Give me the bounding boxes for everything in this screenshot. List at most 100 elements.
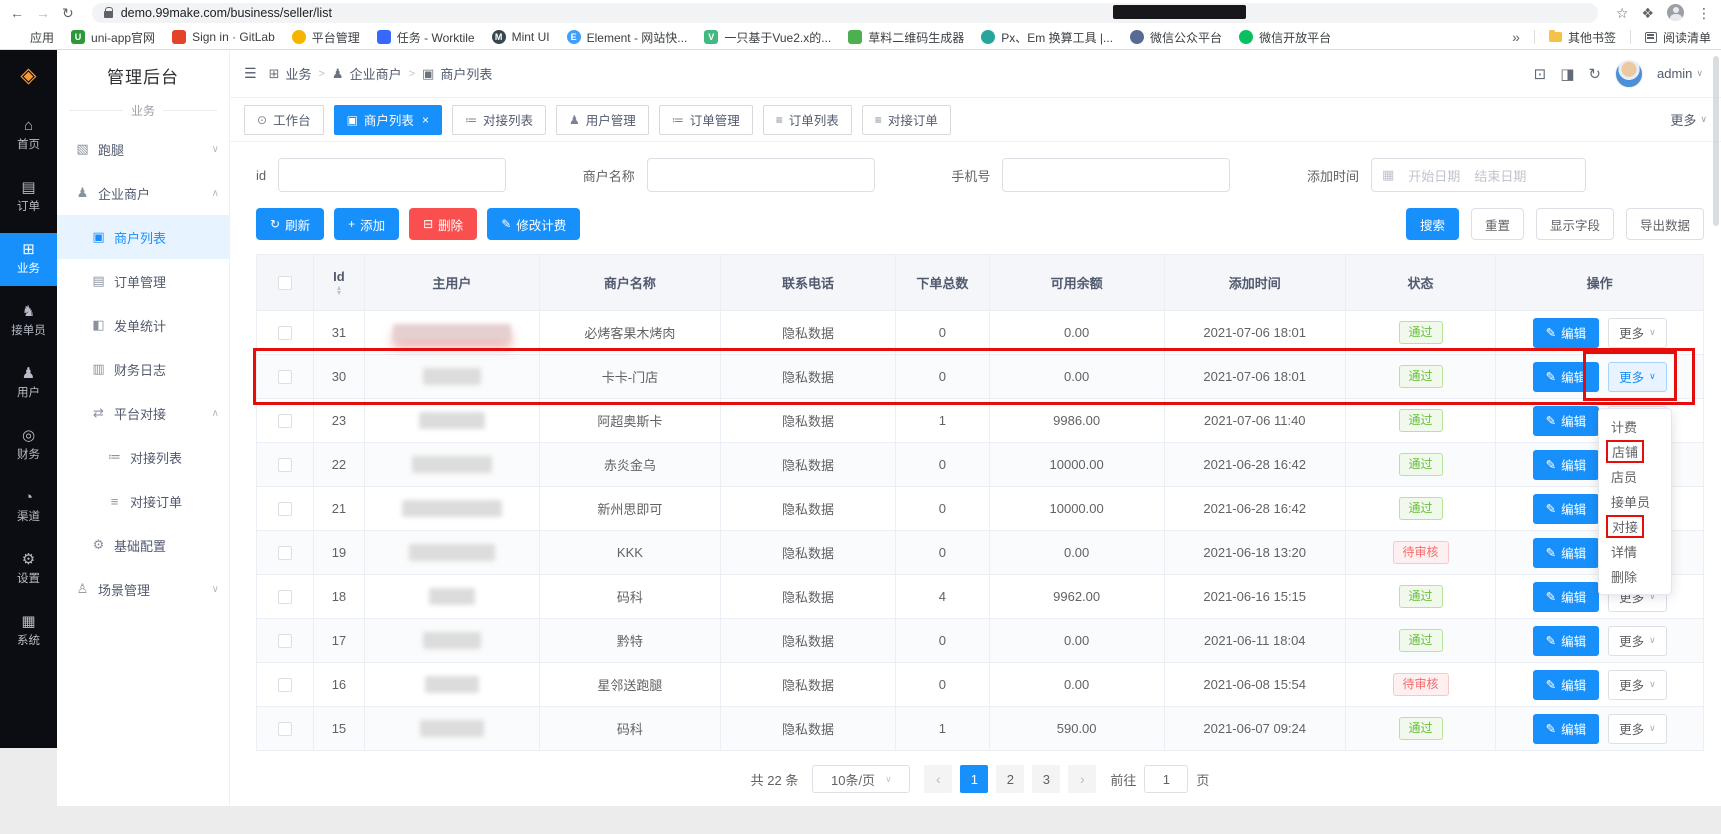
row-more-button[interactable]: 更多 ∨: [1608, 626, 1667, 656]
phone-input[interactable]: [1002, 158, 1230, 192]
breadcrumb-item[interactable]: ▣ 商户列表: [422, 64, 492, 83]
bookmark-item[interactable]: Px、Em 换算工具 |...: [981, 29, 1113, 46]
page-size-select[interactable]: 10条/页 ∨: [812, 765, 910, 793]
date-range-picker[interactable]: ▦ 开始日期 结束日期: [1371, 158, 1586, 192]
rail-item-订单[interactable]: ▤ 订单: [0, 171, 57, 224]
refresh-icon[interactable]: ↻: [1588, 65, 1601, 83]
tab-对接列表[interactable]: ≔ 对接列表: [452, 105, 546, 135]
row-checkbox[interactable]: [278, 590, 292, 604]
row-more-button[interactable]: 更多 ∨: [1608, 670, 1667, 700]
export-button[interactable]: 导出数据: [1626, 208, 1704, 240]
next-page-button[interactable]: ›: [1068, 765, 1096, 793]
bookmark-item[interactable]: 平台管理: [292, 29, 360, 46]
rail-item-系统[interactable]: ▦ 系统: [0, 605, 57, 658]
edit-button[interactable]: ✎ 编辑: [1533, 714, 1600, 744]
address-bar[interactable]: demo.99make.com/business/seller/list: [92, 3, 1598, 23]
bookmark-star-icon[interactable]: ☆: [1616, 6, 1629, 20]
extensions-icon[interactable]: ❖: [1641, 6, 1654, 20]
sidebar-menu-item-订单管理[interactable]: ▤ 订单管理: [57, 259, 229, 303]
bookmark-item[interactable]: 任务 - Worktile: [377, 29, 475, 46]
sidebar-menu-item-商户列表[interactable]: ▣ 商户列表: [57, 215, 229, 259]
row-checkbox[interactable]: [278, 546, 292, 560]
tabs-more-button[interactable]: 更多 ∨: [1670, 110, 1707, 129]
tab-订单管理[interactable]: ≔ 订单管理: [659, 105, 753, 135]
tab-对接订单[interactable]: ≡ 对接订单: [862, 105, 951, 135]
edit-button[interactable]: ✎ 编辑: [1533, 626, 1600, 656]
bookmark-item[interactable]: U uni-app官网: [71, 29, 155, 46]
row-checkbox[interactable]: [278, 326, 292, 340]
sidebar-menu-item-财务日志[interactable]: ▥ 财务日志: [57, 347, 229, 391]
rail-item-接单员[interactable]: ♞ 接单员: [0, 295, 57, 348]
forward-icon[interactable]: →: [36, 6, 50, 20]
page-number-button-3[interactable]: 3: [1032, 765, 1060, 793]
edit-button[interactable]: ✎ 编辑: [1533, 538, 1600, 568]
browser-menu-icon[interactable]: ⋮: [1697, 6, 1711, 20]
sidebar-menu-item-基础配置[interactable]: ⚙ 基础配置: [57, 523, 229, 567]
bookmark-item[interactable]: 微信公众平台: [1130, 29, 1222, 46]
edit-button[interactable]: ✎ 编辑: [1533, 318, 1600, 348]
row-checkbox[interactable]: [278, 634, 292, 648]
dropdown-menu-item-删除[interactable]: 删除: [1599, 564, 1671, 589]
rail-item-渠道[interactable]: ◔ 渠道: [0, 481, 57, 534]
row-checkbox[interactable]: [278, 502, 292, 516]
bookmark-item[interactable]: V 一只基于Vue2.x的...: [704, 29, 831, 46]
row-checkbox[interactable]: [278, 458, 292, 472]
delete-button[interactable]: ⊟ 删除: [409, 208, 477, 240]
edit-button[interactable]: ✎ 编辑: [1533, 406, 1600, 436]
dropdown-menu-item-对接[interactable]: 对接: [1599, 514, 1671, 539]
sidebar-menu-item-企业商户[interactable]: ♟ 企业商户 ∧: [57, 171, 229, 215]
page-number-button-2[interactable]: 2: [996, 765, 1024, 793]
rail-item-首页[interactable]: ⌂ 首页: [0, 109, 57, 162]
merchant-name-input[interactable]: [647, 158, 875, 192]
breadcrumb-item[interactable]: ⊞ 业务: [269, 64, 312, 83]
dropdown-menu-item-计费[interactable]: 计费: [1599, 414, 1671, 439]
dropdown-menu-item-店铺[interactable]: 店铺: [1599, 439, 1671, 464]
sidebar-menu-item-跑腿[interactable]: ▧ 跑腿 ∨: [57, 127, 229, 171]
sidebar-menu-item-场景管理[interactable]: ♙ 场景管理 ∨: [57, 567, 229, 611]
sidebar-collapse-icon[interactable]: ☰: [244, 65, 257, 82]
row-more-button[interactable]: 更多 ∨: [1608, 714, 1667, 744]
other-bookmarks-button[interactable]: 其他书签: [1549, 29, 1616, 46]
page-number-button-1[interactable]: 1: [960, 765, 988, 793]
bookmark-item[interactable]: 微信开放平台: [1239, 29, 1331, 46]
refresh-button[interactable]: ↻ 刷新: [256, 208, 324, 240]
reset-button[interactable]: 重置: [1471, 208, 1524, 240]
rail-item-财务[interactable]: ◎ 财务: [0, 419, 57, 472]
bookmark-item[interactable]: 草料二维码生成器: [848, 29, 964, 46]
sort-desc-icon[interactable]: ▼: [335, 292, 342, 297]
browser-profile-avatar[interactable]: [1667, 4, 1684, 21]
reload-icon[interactable]: ↻: [62, 6, 74, 20]
dropdown-menu-item-接单员[interactable]: 接单员: [1599, 489, 1671, 514]
row-checkbox[interactable]: [278, 722, 292, 736]
show-fields-button[interactable]: 显示字段: [1536, 208, 1614, 240]
sidebar-menu-item-平台对接[interactable]: ⇄ 平台对接 ∧: [57, 391, 229, 435]
edit-button[interactable]: ✎ 编辑: [1533, 362, 1600, 392]
select-all-checkbox[interactable]: [278, 276, 292, 290]
edit-button[interactable]: ✎ 编辑: [1533, 494, 1600, 524]
rail-item-业务[interactable]: ⊞ 业务: [0, 233, 57, 286]
bookmarks-overflow-icon[interactable]: »: [1512, 30, 1520, 44]
tab-close-icon[interactable]: ×: [422, 113, 429, 127]
row-checkbox[interactable]: [278, 678, 292, 692]
dropdown-menu-item-店员[interactable]: 店员: [1599, 464, 1671, 489]
dropdown-menu-item-详情[interactable]: 详情: [1599, 539, 1671, 564]
add-button[interactable]: + 添加: [334, 208, 399, 240]
search-button[interactable]: 搜索: [1406, 208, 1459, 240]
edit-button[interactable]: ✎ 编辑: [1533, 670, 1600, 700]
edit-button[interactable]: ✎ 编辑: [1533, 450, 1600, 480]
tab-商户列表[interactable]: ▣ 商户列表 ×: [334, 105, 442, 135]
row-checkbox[interactable]: [278, 370, 292, 384]
row-more-button[interactable]: 更多 ∨: [1608, 318, 1667, 348]
user-menu[interactable]: admin ∨: [1657, 66, 1703, 81]
back-icon[interactable]: ←: [10, 6, 24, 20]
rail-item-用户[interactable]: ♟ 用户: [0, 357, 57, 410]
reading-list-button[interactable]: 阅读清单: [1645, 29, 1711, 46]
sidebar-menu-item-对接订单[interactable]: ≡ 对接订单: [57, 479, 229, 523]
rail-item-设置[interactable]: ⚙ 设置: [0, 543, 57, 596]
header-id[interactable]: Id ▲ ▼: [313, 255, 364, 311]
tab-订单列表[interactable]: ≡ 订单列表: [763, 105, 852, 135]
goto-page-input[interactable]: [1144, 765, 1188, 793]
sidebar-menu-item-对接列表[interactable]: ≔ 对接列表: [57, 435, 229, 479]
prev-page-button[interactable]: ‹: [924, 765, 952, 793]
bookmark-item[interactable]: 应用: [10, 29, 54, 46]
